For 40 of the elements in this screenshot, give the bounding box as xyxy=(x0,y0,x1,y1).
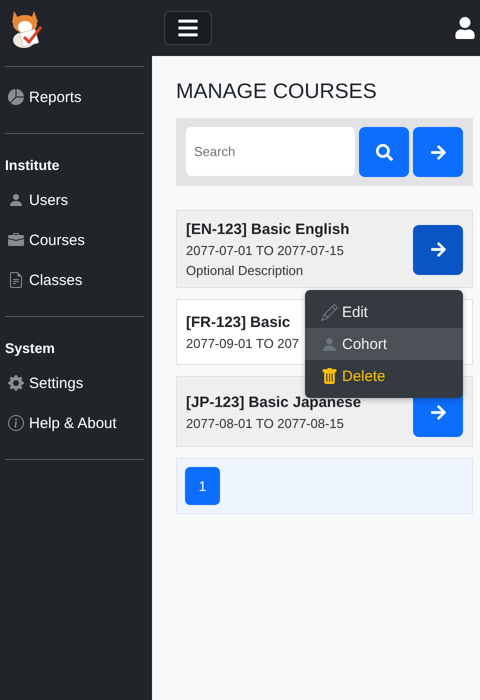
person-icon xyxy=(321,336,338,352)
pencil-icon xyxy=(321,304,338,320)
info-icon xyxy=(8,415,24,431)
go-button[interactable] xyxy=(413,127,463,177)
page-button[interactable]: 1 xyxy=(185,467,220,505)
section-heading: Institute xyxy=(5,156,60,175)
document-icon xyxy=(8,272,24,288)
search-icon xyxy=(376,144,392,160)
sidebar-item[interactable]: Courses xyxy=(5,220,144,260)
open-course-button[interactable] xyxy=(413,224,463,274)
menu-item[interactable]: Cohort xyxy=(305,328,463,360)
course-dates: 2077-09-01 TO 207 xyxy=(186,336,299,351)
trash-icon xyxy=(321,368,338,384)
pie-chart-icon xyxy=(8,89,24,105)
person-icon xyxy=(8,192,24,208)
course-title: [EN-123] Basic English xyxy=(186,221,350,238)
sidebar-item[interactable]: Settings xyxy=(5,363,144,403)
course-dates: 2077-07-01 TO 2077-07-15 xyxy=(186,243,345,258)
course-title: [JP-123] Basic Japanese xyxy=(186,394,362,410)
search-field[interactable]: Search xyxy=(186,127,355,176)
menu-item[interactable]: Edit xyxy=(305,296,463,328)
menu-button[interactable] xyxy=(164,11,212,45)
sidebar-item[interactable]: Users xyxy=(5,180,144,220)
menu-icon xyxy=(177,17,199,39)
menu-item[interactable]: Delete xyxy=(305,360,463,392)
course-title: [FR-123] Basic xyxy=(186,314,292,331)
user-icon[interactable] xyxy=(454,17,476,39)
settings-icon xyxy=(8,375,24,391)
course-description: Optional Description xyxy=(186,263,304,278)
briefcase-icon xyxy=(8,232,24,248)
sidebar-item[interactable]: Classes xyxy=(5,260,144,300)
course-dates: 2077-08-01 TO 2077-08-15 xyxy=(186,416,345,430)
sidebar-item[interactable]: Help & About xyxy=(5,403,144,443)
sidebar-item[interactable]: Reports xyxy=(5,77,144,117)
page-title: MANAGE COURSES xyxy=(176,80,378,104)
arrow-right-icon xyxy=(430,241,446,258)
section-heading: System xyxy=(5,339,56,358)
search-button[interactable] xyxy=(359,127,409,177)
arrow-right-icon xyxy=(430,144,446,160)
arrow-right-icon xyxy=(430,404,446,420)
